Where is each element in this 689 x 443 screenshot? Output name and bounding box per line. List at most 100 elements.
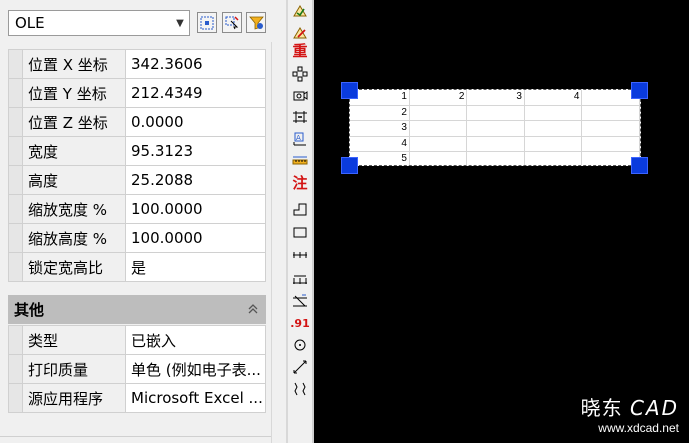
property-value[interactable]: 342.3606: [125, 49, 266, 79]
sheet-cell: [524, 136, 583, 153]
property-row[interactable]: 位置 Y 坐标 212.4349: [8, 78, 266, 108]
misc-section-header[interactable]: 其他: [8, 295, 266, 324]
dimension-style-check-icon: [292, 3, 308, 19]
grip-bottom-left[interactable]: [341, 157, 358, 174]
sheet-cell: 4: [350, 136, 410, 153]
sheet-cell: [466, 151, 525, 165]
continue-dimension-icon: [292, 247, 308, 263]
sheet-row: 3: [350, 120, 640, 137]
break-line-button[interactable]: [288, 378, 312, 400]
select-objects-button[interactable]: [197, 12, 217, 33]
center-mark-icon: [292, 337, 308, 353]
property-row[interactable]: 缩放宽度 % 100.0000: [8, 194, 266, 224]
sheet-cell: 4: [524, 90, 583, 106]
grip-top-right[interactable]: [631, 82, 648, 99]
rectangle-button[interactable]: [288, 221, 312, 243]
dimension-break-icon: [292, 109, 308, 125]
property-name: 打印质量: [22, 354, 126, 384]
property-value[interactable]: 95.3123: [125, 136, 266, 166]
property-row[interactable]: 高度 25.2088: [8, 165, 266, 195]
property-row[interactable]: 宽度 95.3123: [8, 136, 266, 166]
property-name: 源应用程序: [22, 383, 126, 413]
panel-footer-divider: [0, 436, 271, 443]
dimension-override-button[interactable]: [288, 290, 312, 312]
property-value[interactable]: 100.0000: [125, 223, 266, 253]
property-row[interactable]: 位置 X 坐标 342.3606: [8, 49, 266, 79]
property-row[interactable]: 打印质量 单色 (例如电子表...: [8, 354, 266, 384]
property-value[interactable]: Microsoft Excel ...: [125, 383, 266, 413]
property-value[interactable]: 单色 (例如电子表...: [125, 354, 266, 384]
geometry-properties-table: 位置 X 坐标 342.3606 位置 Y 坐标 212.4349 位置 Z 坐标 0.0…: [8, 49, 266, 282]
polyline-step-icon: [292, 201, 308, 217]
decimal-precision-button[interactable]: .91: [288, 312, 312, 334]
row-gutter: [8, 49, 23, 79]
sheet-row: 4: [350, 136, 640, 153]
text-align-icon: A: [292, 131, 308, 147]
misc-section-title: 其他: [14, 301, 45, 319]
property-value[interactable]: 已嵌入: [125, 325, 266, 355]
row-gutter: [8, 223, 23, 253]
chevron-double-up-icon[interactable]: [246, 303, 260, 317]
property-name: 位置 X 坐标: [22, 49, 126, 79]
grip-points-button[interactable]: [288, 63, 312, 85]
sheet-cell: 2: [350, 105, 410, 122]
property-value[interactable]: 是: [125, 252, 266, 282]
select-objects-icon: [200, 16, 214, 29]
row-gutter: [8, 354, 23, 384]
property-value[interactable]: 100.0000: [125, 194, 266, 224]
row-gutter: [8, 252, 23, 282]
aligned-dimension-button[interactable]: [288, 356, 312, 378]
sheet-cell: [409, 105, 468, 122]
embedded-spreadsheet: 123452345: [350, 90, 640, 165]
row-gutter: [8, 78, 23, 108]
sheet-cell: [524, 120, 583, 137]
property-row[interactable]: 类型 已嵌入: [8, 325, 266, 355]
property-value[interactable]: 212.4349: [125, 78, 266, 108]
chevron-down-icon: ▼: [176, 17, 184, 29]
dimension-break-button[interactable]: [288, 106, 312, 128]
ole-object-frame[interactable]: 123452345: [349, 89, 641, 166]
text-align-button[interactable]: A: [288, 128, 312, 150]
grip-top-left[interactable]: [341, 82, 358, 99]
properties-scrollbar[interactable]: [271, 42, 285, 443]
svg-text:A: A: [296, 134, 301, 142]
baseline-dimension-icon: [292, 270, 308, 286]
property-row[interactable]: 源应用程序 Microsoft Excel ...: [8, 383, 266, 413]
misc-properties-table: 类型 已嵌入 打印质量 单色 (例如电子表... 源应用程序 Microsoft Exce…: [8, 325, 266, 413]
property-value[interactable]: 25.2088: [125, 165, 266, 195]
pick-point-icon: [225, 15, 239, 29]
center-mark-button[interactable]: [288, 334, 312, 356]
quick-select-button[interactable]: [246, 12, 266, 33]
property-row[interactable]: 位置 Z 坐标 0.0000: [8, 107, 266, 137]
sheet-cell: 1: [350, 90, 410, 106]
property-name: 高度: [22, 165, 126, 195]
sheet-cell: 2: [409, 90, 468, 106]
pick-point-button[interactable]: [222, 12, 242, 33]
polyline-step-button[interactable]: [288, 198, 312, 220]
break-line-icon: [292, 381, 308, 397]
camera-view-button[interactable]: [288, 84, 312, 106]
object-type-dropdown[interactable]: OLE ▼: [8, 10, 190, 36]
property-name: 缩放高度 %: [22, 223, 126, 253]
property-name: 锁定宽高比: [22, 252, 126, 282]
regen-text-button[interactable]: 重: [288, 40, 312, 62]
drawing-canvas[interactable]: 123452345 晓东 CAD www.xdcad.net: [314, 0, 689, 443]
annotate-text-button[interactable]: 注: [288, 172, 312, 194]
measure-ruler-button[interactable]: [288, 150, 312, 172]
baseline-dimension-button[interactable]: [288, 267, 312, 289]
sheet-cell: 3: [466, 90, 525, 106]
decimal-precision-icon: .91: [290, 316, 310, 330]
watermark: 晓东 CAD www.xdcad.net: [581, 392, 679, 435]
property-value[interactable]: 0.0000: [125, 107, 266, 137]
grip-bottom-right[interactable]: [631, 157, 648, 174]
row-gutter: [8, 383, 23, 413]
camera-view-icon: [292, 87, 308, 103]
dimension-style-check-button[interactable]: [288, 0, 312, 22]
property-row[interactable]: 缩放高度 % 100.0000: [8, 223, 266, 253]
aligned-dimension-icon: [292, 359, 308, 375]
sheet-cell: [581, 120, 640, 137]
regen-text-icon: 重: [292, 41, 308, 60]
sheet-cell: 5: [350, 151, 410, 165]
continue-dimension-button[interactable]: [288, 244, 312, 266]
property-row[interactable]: 锁定宽高比是: [8, 252, 266, 282]
